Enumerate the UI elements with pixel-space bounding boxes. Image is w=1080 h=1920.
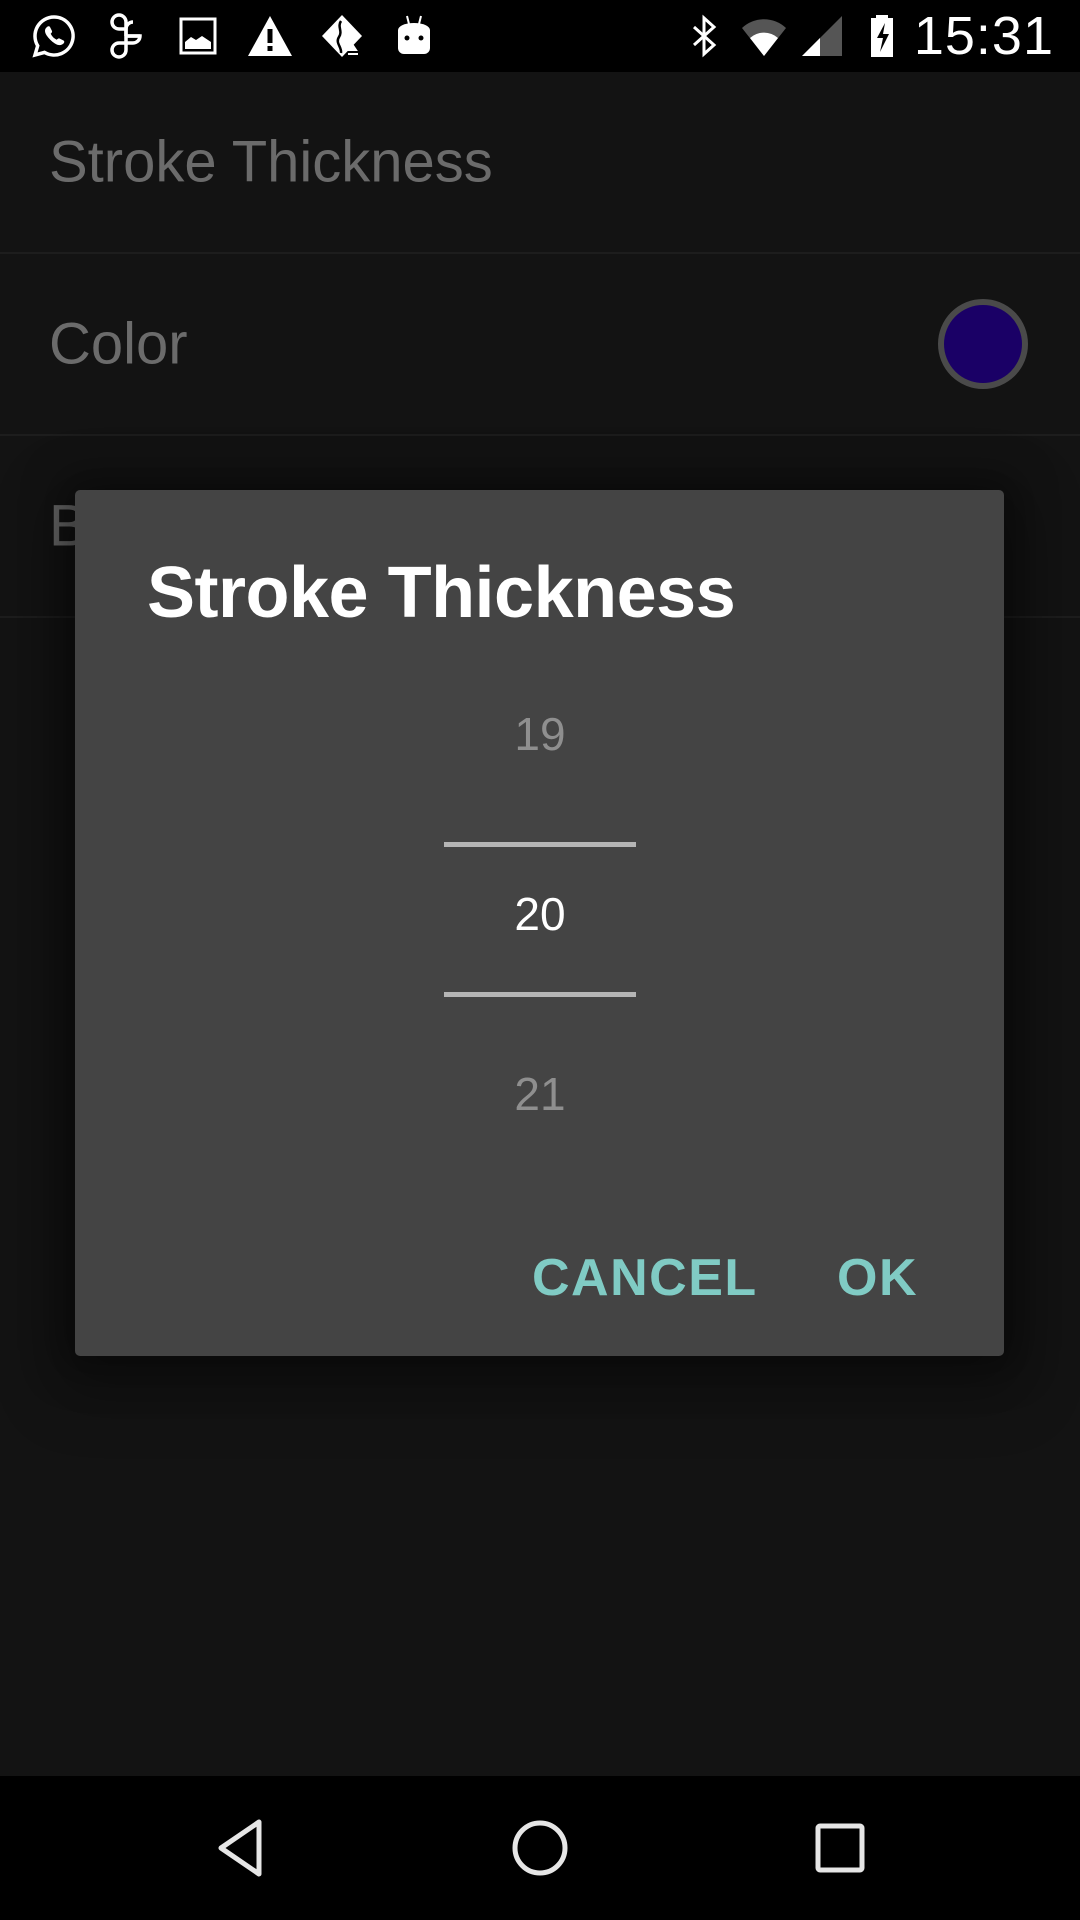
home-icon [512,1820,568,1876]
status-bar: 15:31 [0,0,1080,72]
picker-current-value[interactable]: 20 [444,887,636,941]
stroke-thickness-dialog: Stroke Thickness 19 20 21 CANCEL OK [75,490,1004,1356]
number-picker[interactable]: 19 20 21 [444,660,636,1160]
status-clock: 15:31 [913,6,1054,66]
cell-signal-icon [798,12,846,60]
back-icon [218,1819,262,1877]
home-button[interactable] [504,1812,576,1884]
dialog-actions: CANCEL OK [75,1238,1004,1318]
picker-selection-divider-bottom [444,992,636,997]
wifi-icon [740,12,788,60]
recents-icon [815,1823,865,1873]
recents-button[interactable] [804,1812,876,1884]
bluetooth-icon [680,12,728,60]
battery-charging-icon [858,12,906,60]
maps-navigation-icon [318,12,366,60]
setting-stroke-thickness[interactable]: Stroke Thickness [0,72,1080,254]
picker-next-value[interactable]: 21 [444,1067,636,1121]
pinwheel-icon [102,12,150,60]
warning-icon [246,12,294,60]
ok-button[interactable]: OK [837,1238,918,1318]
back-button[interactable] [205,1812,277,1884]
picker-previous-value[interactable]: 19 [444,707,636,761]
dialog-title: Stroke Thickness [147,553,736,633]
color-swatch[interactable] [938,299,1028,389]
whatsapp-icon [30,12,78,60]
setting-color[interactable]: Color [0,254,1080,436]
setting-label: Stroke Thickness [49,129,493,195]
screen: 15:31 Stroke Thickness Color B Stroke Th… [0,0,1080,1920]
navigation-bar [0,1776,1080,1920]
android-icon [390,12,438,60]
cancel-button[interactable]: CANCEL [532,1238,758,1318]
picker-selection-divider-top [444,842,636,847]
image-icon [174,12,222,60]
setting-label: Color [49,311,188,377]
